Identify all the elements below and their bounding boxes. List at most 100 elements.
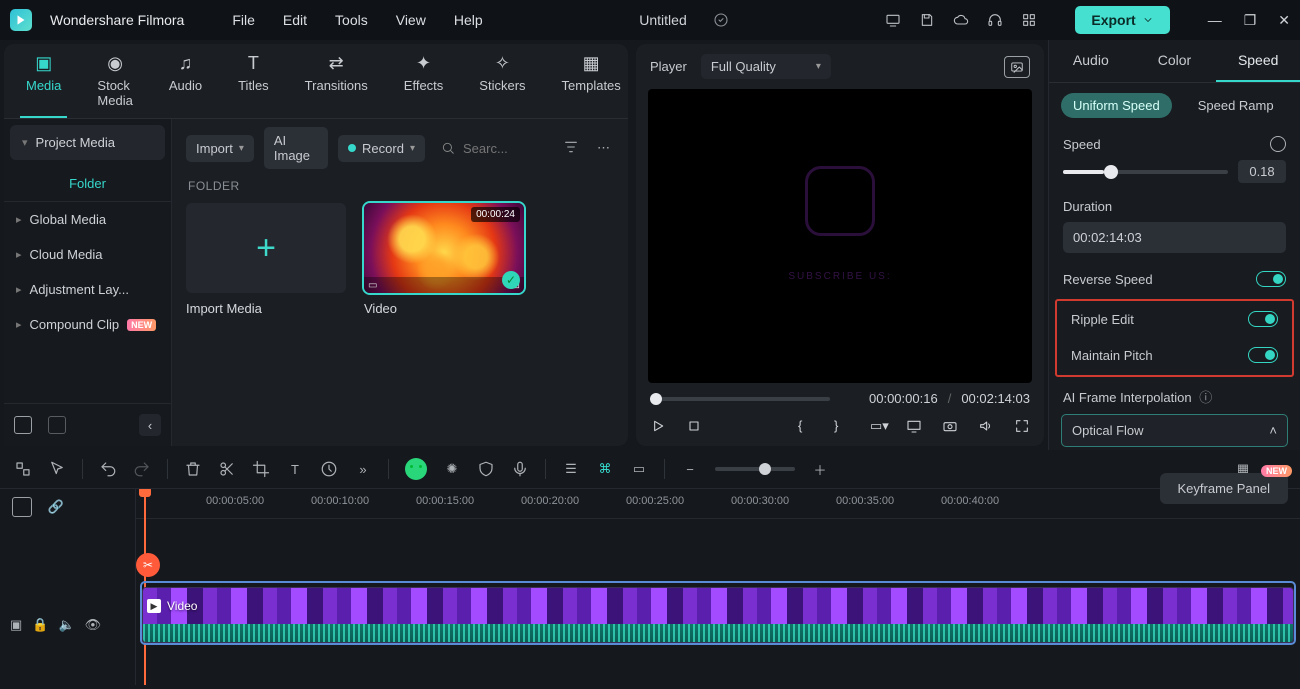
tab-color-props[interactable]: Color xyxy=(1133,40,1217,82)
speed-value[interactable]: 0.18 xyxy=(1238,160,1286,183)
camera-button[interactable] xyxy=(942,418,958,434)
tab-stickers[interactable]: ✧Stickers xyxy=(473,52,531,118)
highlighted-toggles: Ripple Edit Maintain Pitch xyxy=(1055,299,1294,377)
ai-face-button[interactable] xyxy=(405,458,427,480)
mic-button[interactable] xyxy=(511,460,529,478)
cloud-sync-icon[interactable] xyxy=(713,12,729,28)
duration-field[interactable]: 00:02:14:03 xyxy=(1063,222,1286,253)
maximize-button[interactable]: ❐ xyxy=(1244,12,1257,29)
sidebar-project-media[interactable]: ▾Project Media xyxy=(10,125,165,160)
maintain-pitch-toggle[interactable] xyxy=(1248,347,1278,363)
mute-track-icon[interactable]: 🔈 xyxy=(58,617,74,633)
crop-button[interactable] xyxy=(252,460,270,478)
menu-tools[interactable]: Tools xyxy=(335,12,368,28)
undo-button[interactable] xyxy=(99,460,117,478)
close-button[interactable]: ✕ xyxy=(1278,12,1290,29)
more-tools-button[interactable]: » xyxy=(354,460,372,478)
zoom-in-button[interactable]: ＋ xyxy=(811,460,829,478)
preview-canvas[interactable]: SUBSCRIBE US: xyxy=(648,89,1032,383)
headphones-icon[interactable] xyxy=(987,12,1003,28)
quality-dropdown[interactable]: Full Quality▾ xyxy=(701,54,831,79)
tab-templates[interactable]: ▦Templates xyxy=(556,52,627,118)
magnet-button[interactable]: ⌘ xyxy=(596,460,614,478)
reset-icon[interactable] xyxy=(1270,136,1286,152)
cloud-icon[interactable] xyxy=(953,12,969,28)
tab-stock-media[interactable]: ◉Stock Media xyxy=(91,52,138,118)
video-thumbnail[interactable]: 00:00:24 ▭⊞ ✓ Video xyxy=(364,203,524,316)
import-media-tile[interactable]: + Import Media xyxy=(186,203,346,316)
menu-view[interactable]: View xyxy=(396,12,426,28)
new-bin-icon[interactable] xyxy=(14,416,32,434)
stop-button[interactable] xyxy=(686,418,702,434)
visibility-icon[interactable]: 👁 xyxy=(85,617,102,633)
import-dropdown[interactable]: Import▾ xyxy=(186,135,254,162)
tab-media[interactable]: ▣Media xyxy=(20,52,67,118)
new-badge: NEW xyxy=(127,319,156,331)
mark-in-button[interactable]: { xyxy=(798,418,814,434)
record-dropdown[interactable]: Record▾ xyxy=(338,135,425,162)
display-button[interactable] xyxy=(906,418,922,434)
mark-out-button[interactable]: } xyxy=(834,418,850,434)
tab-effects[interactable]: ✦Effects xyxy=(398,52,450,118)
lock-track-icon[interactable]: 🔒 xyxy=(32,617,48,633)
reverse-speed-toggle[interactable] xyxy=(1256,271,1286,287)
volume-button[interactable] xyxy=(978,418,994,434)
select-tool[interactable] xyxy=(14,460,32,478)
more-button[interactable]: ⋯ xyxy=(593,136,614,160)
sidebar-global-media[interactable]: ▸Global Media xyxy=(4,202,171,237)
info-icon[interactable]: ⓘ xyxy=(1199,390,1212,405)
sidebar-cloud-media[interactable]: ▸Cloud Media xyxy=(4,237,171,272)
minimize-button[interactable]: ― xyxy=(1208,12,1222,29)
zoom-out-button[interactable]: − xyxy=(681,460,699,478)
screen-icon[interactable] xyxy=(885,12,901,28)
text-button[interactable]: T xyxy=(286,460,304,478)
delete-button[interactable] xyxy=(184,460,202,478)
preview-scrubber[interactable] xyxy=(650,397,830,401)
ripple-edit-toggle[interactable] xyxy=(1248,311,1278,327)
play-button[interactable] xyxy=(650,418,666,434)
sidebar-compound-clip[interactable]: ▸Compound ClipNEW xyxy=(4,307,171,342)
shield-button[interactable] xyxy=(477,460,495,478)
track-add-button[interactable] xyxy=(12,497,32,517)
timeline-clip[interactable]: ▶ Video xyxy=(142,587,1294,643)
pointer-tool[interactable] xyxy=(48,460,66,478)
speed-button[interactable] xyxy=(320,460,338,478)
fullscreen-button[interactable] xyxy=(1014,418,1030,434)
snapshot-button[interactable] xyxy=(1004,56,1030,78)
timeline-tracks[interactable]: 00:00:05:00 00:00:10:00 00:00:15:00 00:0… xyxy=(136,489,1300,685)
subtab-uniform-speed[interactable]: Uniform Speed xyxy=(1061,93,1172,118)
crop-ratio-button[interactable]: ▭▾ xyxy=(870,418,886,434)
interp-select[interactable]: Optical Flow ˄ xyxy=(1061,414,1288,447)
search-field[interactable] xyxy=(435,141,549,156)
apps-icon[interactable] xyxy=(1021,12,1037,28)
save-icon[interactable] xyxy=(919,12,935,28)
search-input[interactable] xyxy=(463,141,543,156)
redo-button[interactable] xyxy=(133,460,151,478)
tab-transitions[interactable]: ⇄Transitions xyxy=(299,52,374,118)
sidebar-adjustment-layer[interactable]: ▸Adjustment Lay... xyxy=(4,272,171,307)
ai-image-button[interactable]: AI Image xyxy=(264,127,328,169)
color-button[interactable]: ✺ xyxy=(443,460,461,478)
filter-button[interactable] xyxy=(559,135,583,162)
tab-titles[interactable]: TTitles xyxy=(232,52,275,118)
tab-speed-props[interactable]: Speed xyxy=(1216,40,1300,82)
menu-file[interactable]: File xyxy=(232,12,255,28)
new-folder-icon[interactable] xyxy=(48,416,66,434)
marker-button[interactable]: ▭ xyxy=(630,460,648,478)
tab-audio-props[interactable]: Audio xyxy=(1049,40,1133,82)
align-button[interactable]: ☰ xyxy=(562,460,580,478)
zoom-slider[interactable] xyxy=(715,467,795,471)
tab-audio[interactable]: ♫Audio xyxy=(163,52,208,118)
menu-help[interactable]: Help xyxy=(454,12,483,28)
collapse-sidebar-button[interactable]: ‹ xyxy=(139,414,161,436)
menu-edit[interactable]: Edit xyxy=(283,12,307,28)
subtab-speed-ramp[interactable]: Speed Ramp xyxy=(1186,93,1286,118)
video-track-icon[interactable]: ▣ xyxy=(10,617,22,633)
timeline-ruler[interactable]: 00:00:05:00 00:00:10:00 00:00:15:00 00:0… xyxy=(136,489,1300,519)
scissor-handle[interactable]: ✂ xyxy=(136,553,160,577)
sidebar-folder[interactable]: Folder xyxy=(4,166,171,202)
split-button[interactable] xyxy=(218,460,236,478)
speed-slider[interactable] xyxy=(1063,170,1228,174)
link-button[interactable]: 🔗 xyxy=(46,497,66,517)
export-button[interactable]: Export xyxy=(1075,6,1169,34)
